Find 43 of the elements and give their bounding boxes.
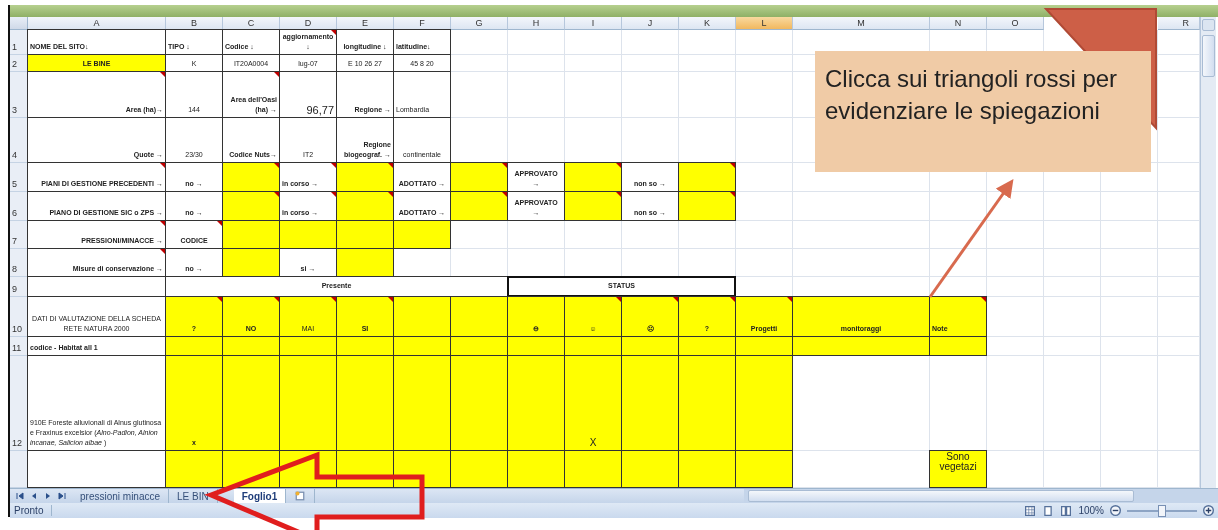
row-header[interactable]: 4 bbox=[10, 118, 28, 163]
row-header[interactable]: 7 bbox=[10, 221, 28, 249]
row-header[interactable]: 8 bbox=[10, 249, 28, 277]
column-header[interactable]: R bbox=[1158, 17, 1200, 30]
first-sheet-icon[interactable] bbox=[16, 492, 24, 500]
column-header[interactable]: G bbox=[451, 17, 508, 30]
row-header[interactable]: 1 bbox=[10, 30, 28, 55]
zoom-out-icon[interactable] bbox=[1110, 505, 1121, 516]
slider-thumb[interactable] bbox=[1158, 504, 1166, 517]
cell-text: Sono vegetazi bbox=[938, 452, 978, 472]
column-header[interactable]: O bbox=[987, 17, 1044, 30]
normal-view-icon[interactable] bbox=[1024, 505, 1037, 516]
column-header[interactable]: L bbox=[736, 17, 793, 30]
zoom-in-icon[interactable] bbox=[1203, 505, 1214, 516]
row-header[interactable]: 10 bbox=[10, 297, 28, 337]
callout-box: Clicca sui triangoli rossi per evidenziare le spiegazioni bbox=[815, 51, 1151, 172]
column-header[interactable]: K bbox=[679, 17, 736, 30]
zoom-level: 100% bbox=[1078, 505, 1104, 516]
sheet-tab[interactable]: Foglio1 bbox=[233, 489, 287, 503]
last-sheet-icon[interactable] bbox=[58, 492, 66, 500]
row-header[interactable]: 12 bbox=[10, 356, 28, 451]
previous-sheet-icon[interactable] bbox=[30, 492, 38, 500]
row-header[interactable] bbox=[10, 451, 28, 488]
column-header[interactable]: N bbox=[930, 17, 987, 30]
column-header[interactable]: H bbox=[508, 17, 565, 30]
page-break-icon[interactable] bbox=[1060, 505, 1073, 516]
vertical-scrollbar[interactable] bbox=[1200, 17, 1216, 488]
cell-text: X bbox=[589, 438, 597, 448]
next-sheet-icon[interactable] bbox=[44, 492, 52, 500]
page-layout-icon[interactable] bbox=[1042, 505, 1055, 516]
horizontal-scrollbar[interactable] bbox=[744, 489, 1218, 503]
row-header[interactable]: 6 bbox=[10, 192, 28, 221]
row-header[interactable]: 3 bbox=[10, 72, 28, 118]
column-header[interactable]: I bbox=[565, 17, 622, 30]
row-header[interactable]: 2 bbox=[10, 55, 28, 72]
status-text: Pronto bbox=[14, 505, 53, 516]
cell-text: 96,77 bbox=[306, 105, 334, 115]
row-header[interactable]: 9 bbox=[10, 277, 28, 297]
row-header[interactable]: 5 bbox=[10, 163, 28, 192]
column-header[interactable]: J bbox=[622, 17, 679, 30]
row-header[interactable]: 11 bbox=[10, 337, 28, 356]
insert-sheet-icon[interactable] bbox=[294, 491, 307, 501]
column-header[interactable]: M bbox=[793, 17, 930, 30]
